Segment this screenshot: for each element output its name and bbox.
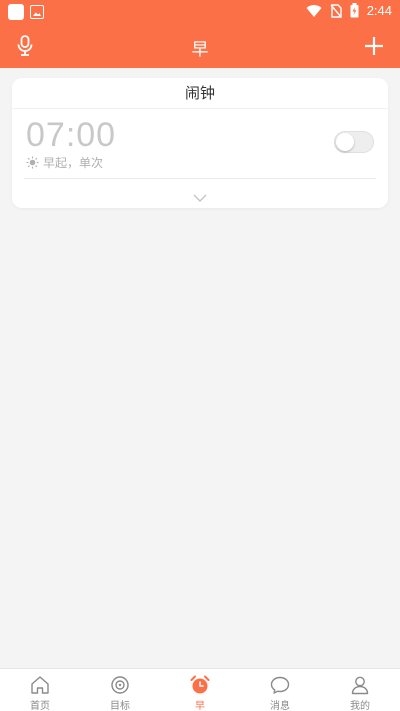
wifi-icon [306,4,322,18]
add-alarm-button[interactable] [362,34,386,58]
alarm-clock-icon [190,675,210,694]
status-notifications [8,4,44,20]
nav-item-messages[interactable]: 消息 [240,669,320,711]
status-bar: 2:44 [0,0,400,24]
notification-app-icon [8,4,24,20]
nav-item-profile[interactable]: 我的 [320,669,400,711]
plus-icon [365,37,383,55]
nav-label-messages: 消息 [270,701,290,711]
expand-button[interactable] [192,188,208,202]
app-screen: 2:44 早 闹钟 07:00 早起，单次 首页 目标 早 消息 我的 [0,0,400,711]
app-bar: 早 [0,24,400,68]
card-divider [24,178,376,179]
card-title: 闹钟 [12,78,388,109]
nav-item-home[interactable]: 首页 [0,669,80,711]
status-time: 2:44 [366,3,392,18]
status-indicators: 2:44 [306,3,392,18]
chevron-down-icon [193,194,207,202]
page-title: 早 [191,40,209,60]
target-icon [111,676,129,694]
nav-label-target: 目标 [110,701,130,711]
alarm-card: 闹钟 07:00 早起，单次 [12,78,388,208]
nav-label-profile: 我的 [350,701,370,711]
nav-item-morning[interactable]: 早 [160,669,240,711]
notification-image-icon [30,5,44,19]
alarm-time[interactable]: 07:00 [26,116,116,155]
nav-label-morning: 早 [195,701,205,711]
alarm-label: 早起，单次 [43,156,104,170]
bottom-nav: 首页 目标 早 消息 我的 [0,668,400,711]
no-sim-icon [330,3,342,18]
home-icon [31,676,49,694]
alarm-subtitle: 早起，单次 [26,154,103,171]
toggle-knob [336,133,354,151]
user-icon [351,676,369,695]
battery-charging-icon [350,3,359,18]
sun-icon [26,156,39,169]
nav-item-target[interactable]: 目标 [80,669,160,711]
alarm-toggle[interactable] [334,131,374,153]
nav-label-home: 首页 [30,701,50,711]
message-icon [270,676,290,694]
